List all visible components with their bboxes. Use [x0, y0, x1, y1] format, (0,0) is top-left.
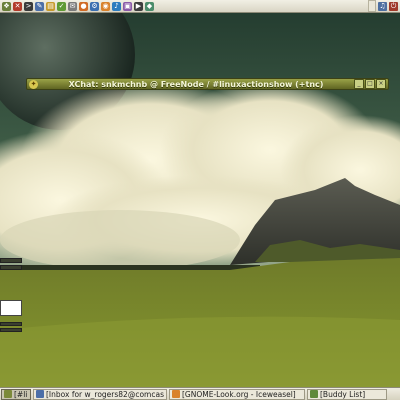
side-widget-bar[interactable]: [0, 328, 22, 332]
close-button[interactable]: ×: [376, 79, 386, 89]
editor-icon[interactable]: ✎: [35, 1, 44, 11]
side-widget-bar[interactable]: [0, 322, 22, 326]
settings-icon[interactable]: ⚙: [90, 1, 99, 11]
taskbar-item-label: [Inbox for w_rogers82@comcast.net - Ice.…: [46, 389, 164, 399]
maximize-button[interactable]: □: [365, 79, 375, 89]
launcher-bar: ❖ ✕ > ✎ ▤ ✓ ✉ ● ⚙ ◉ ♪ ▣ ▶ ◆: [0, 1, 154, 11]
window-title: XChat: snkmchnb @ FreeNode / #linuxactio…: [68, 79, 324, 89]
xchat-window-titlebar[interactable]: ✦ XChat: snkmchnb @ FreeNode / #linuxact…: [26, 78, 389, 90]
system-tray: ♫ ⏻: [376, 1, 400, 11]
app-icon: [172, 390, 180, 398]
checkmark-icon[interactable]: ✓: [57, 1, 66, 11]
desktop-wallpaper: [0, 0, 400, 400]
terminal-icon[interactable]: >: [24, 1, 33, 11]
side-widget-box[interactable]: [0, 300, 22, 316]
taskbar: [#linu... [Inbox for w_rogers82@comcast.n…: [0, 387, 400, 400]
side-widget-bar[interactable]: [0, 258, 22, 263]
mail-icon[interactable]: ✉: [68, 1, 77, 11]
folder-icon[interactable]: ▤: [46, 1, 55, 11]
media-icon[interactable]: ▶: [134, 1, 143, 11]
top-panel: ❖ ✕ > ✎ ▤ ✓ ✉ ● ⚙ ◉ ♪ ▣ ▶ ◆ ♫ ⏻: [0, 0, 400, 13]
tools-icon[interactable]: ✕: [13, 1, 22, 11]
app-menu-icon[interactable]: ❖: [2, 1, 11, 11]
taskbar-item-label: [Buddy List]: [320, 389, 366, 399]
taskbar-item[interactable]: [Buddy List]: [307, 388, 387, 400]
side-widget-bar[interactable]: [0, 265, 22, 270]
photo-icon[interactable]: ▣: [123, 1, 132, 11]
window-controls: _ □ ×: [354, 79, 386, 89]
wallpaper-landscape: [0, 0, 400, 400]
xchat-icon[interactable]: ✦: [29, 79, 38, 89]
browser-icon[interactable]: ◉: [101, 1, 110, 11]
app-icon: [36, 390, 44, 398]
app-icon: [4, 390, 12, 398]
volume-icon[interactable]: ♫: [378, 1, 387, 11]
taskbar-item-label: [GNOME-Look.org - Iceweasel]: [182, 389, 296, 399]
clock[interactable]: [368, 0, 376, 12]
app-icon: [310, 390, 318, 398]
minimize-button[interactable]: _: [354, 79, 364, 89]
power-icon[interactable]: ⏻: [389, 1, 398, 11]
taskbar-item[interactable]: [GNOME-Look.org - Iceweasel]: [169, 388, 305, 400]
taskbar-item[interactable]: [Inbox for w_rogers82@comcast.net - Ice.…: [33, 388, 167, 400]
taskbar-item[interactable]: [#linu...: [1, 388, 31, 400]
chat-icon[interactable]: ●: [79, 1, 88, 11]
taskbar-item-label: [#linu...: [14, 389, 28, 399]
network-icon[interactable]: ◆: [145, 1, 154, 11]
music-icon[interactable]: ♪: [112, 1, 121, 11]
